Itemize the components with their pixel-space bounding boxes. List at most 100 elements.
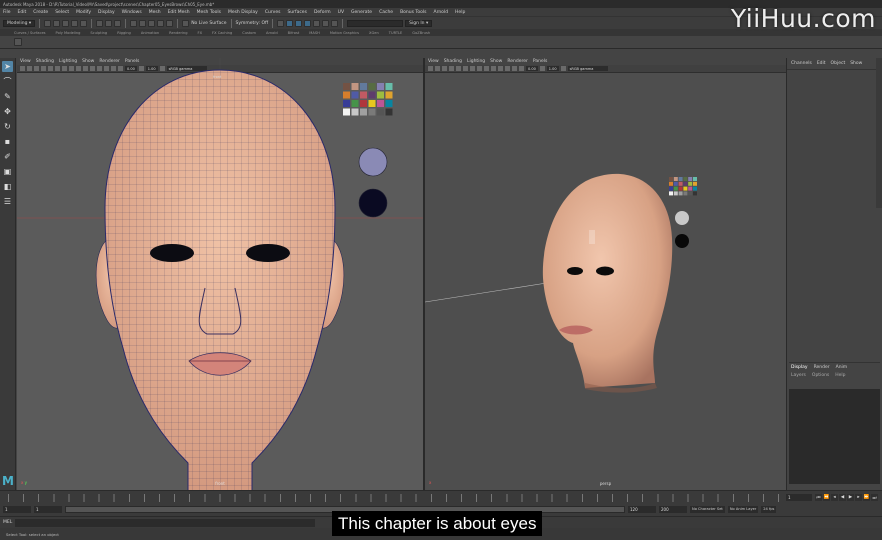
isolate-icon[interactable] [519, 66, 524, 71]
snap-surface-icon[interactable] [166, 19, 174, 27]
menu-mesh-tools[interactable]: Mesh Tools [197, 10, 221, 15]
live-surface-label[interactable]: No Live Surface [191, 21, 226, 26]
xray-icon[interactable] [512, 66, 517, 71]
menu-create[interactable]: Create [33, 10, 48, 15]
le-menu-options[interactable]: Options [812, 373, 829, 378]
shelf-tab[interactable]: Custom [242, 31, 256, 35]
xray-icon[interactable] [104, 66, 109, 71]
shelf-tool-icon[interactable] [14, 38, 22, 46]
gamma-icon[interactable] [539, 66, 545, 71]
shelf-tab[interactable]: Animation [141, 31, 159, 35]
bookmark-icon[interactable] [435, 66, 440, 71]
step-back-key-icon[interactable]: ⏪ [823, 494, 830, 501]
menu-surfaces[interactable]: Surfaces [287, 10, 307, 15]
vp-menu-view[interactable]: View [428, 59, 439, 64]
menu-display[interactable]: Display [98, 10, 115, 15]
camera-attr-icon[interactable] [20, 66, 25, 71]
shelf-tab[interactable]: Arnold [266, 31, 278, 35]
menu-mesh[interactable]: Mesh [149, 10, 161, 15]
menu-edit-mesh[interactable]: Edit Mesh [168, 10, 190, 15]
current-frame-field[interactable]: 1 [786, 494, 812, 501]
redo-icon[interactable] [80, 19, 88, 27]
menuset-dropdown[interactable]: Modeling ▾ [3, 19, 36, 27]
tab-display[interactable]: Display [791, 365, 808, 370]
view-transform-dropdown[interactable]: sRGB gamma [166, 66, 207, 71]
start-time-field[interactable]: 1 [3, 506, 31, 513]
time-slider[interactable]: 1 ⏮ ⏪ ◂ ◀ ▶ ▸ ⏩ ⏭ [0, 490, 882, 503]
menu-cache[interactable]: Cache [379, 10, 393, 15]
select-hierarchy-icon[interactable] [96, 19, 104, 27]
render-settings-icon[interactable] [313, 19, 321, 27]
last-tool-icon[interactable]: ✐ [2, 151, 13, 162]
menu-arnold[interactable]: Arnold [433, 10, 448, 15]
shelf-tab[interactable]: Rigging [117, 31, 131, 35]
symmetry-label[interactable]: Symmetry: Off [236, 21, 269, 26]
snap-curve-icon[interactable] [139, 19, 147, 27]
two-panes-icon[interactable]: ◧ [2, 181, 13, 192]
le-menu-layers[interactable]: Layers [791, 373, 806, 378]
shadows-icon[interactable] [97, 66, 102, 71]
mel-label[interactable]: MEL [3, 520, 12, 525]
view-transform-dropdown[interactable]: sRGB gamma [567, 66, 608, 71]
gamma-field[interactable]: 1.00 [145, 66, 158, 71]
arnold-render-icon[interactable] [331, 19, 339, 27]
gamma-icon[interactable] [138, 66, 144, 71]
shelf-tab[interactable]: Motion Graphics [330, 31, 359, 35]
image-plane-icon[interactable] [442, 66, 447, 71]
snap-grid-icon[interactable] [130, 19, 138, 27]
textured-icon[interactable] [491, 66, 496, 71]
isolate-icon[interactable] [111, 66, 116, 71]
aa-icon[interactable] [118, 66, 123, 71]
rotate-tool-icon[interactable]: ↻ [2, 121, 13, 132]
shelf-tab[interactable]: FX [198, 31, 203, 35]
open-scene-icon[interactable] [53, 19, 61, 27]
wireframe-icon[interactable] [62, 66, 67, 71]
shelf-tab[interactable]: MASH [309, 31, 320, 35]
go-to-end-icon[interactable]: ⏭ [871, 494, 878, 501]
step-forward-frame-icon[interactable]: ▸ [855, 494, 862, 501]
viewport-persp[interactable]: View Shading Lighting Show Renderer Pane… [425, 58, 786, 490]
smooth-shade-icon[interactable] [69, 66, 74, 71]
resolution-gate-icon[interactable] [55, 66, 60, 71]
shelf-tab[interactable]: XGen [369, 31, 379, 35]
wireframe-on-shaded-icon[interactable] [76, 66, 81, 71]
outliner-icon[interactable]: ☰ [2, 196, 13, 207]
sign-in-button[interactable]: Sign In ▾ [405, 19, 433, 27]
shelf-tab[interactable]: TURTLE [389, 31, 403, 35]
smooth-shade-icon[interactable] [477, 66, 482, 71]
playback-start-field[interactable]: 1 [34, 506, 62, 513]
render-current-icon[interactable] [295, 19, 303, 27]
save-scene-icon[interactable] [62, 19, 70, 27]
film-gate-icon[interactable] [48, 66, 53, 71]
history-icon[interactable] [277, 19, 285, 27]
select-object-icon[interactable] [105, 19, 113, 27]
grid-icon[interactable] [41, 66, 46, 71]
color-mgmt-icon[interactable] [560, 66, 566, 71]
menu-mesh-display[interactable]: Mesh Display [228, 10, 258, 15]
shelf-tab[interactable]: Poly Modeling [56, 31, 81, 35]
shelf-tab[interactable]: Sculpting [90, 31, 107, 35]
menu-edit[interactable]: Edit [18, 10, 27, 15]
fps-dropdown[interactable]: 24 fps [761, 506, 777, 513]
vp-menu-panels[interactable]: Panels [125, 59, 139, 64]
scale-tool-icon[interactable]: ▪ [2, 136, 13, 147]
menu-help[interactable]: Help [455, 10, 465, 15]
vp-menu-shading[interactable]: Shading [36, 59, 54, 64]
select-component-icon[interactable] [114, 19, 122, 27]
cb-menu-object[interactable]: Object [831, 61, 846, 66]
shadows-icon[interactable] [505, 66, 510, 71]
select-tool-icon[interactable]: ➤ [2, 61, 13, 72]
quick-search-input[interactable] [347, 19, 404, 27]
character-set-dropdown[interactable]: No Character Set [690, 506, 725, 513]
camera-attr-icon[interactable] [428, 66, 433, 71]
vp-menu-lighting[interactable]: Lighting [467, 59, 485, 64]
exposure-field[interactable]: 0.00 [125, 66, 137, 71]
shelf-tab[interactable]: Rendering [169, 31, 187, 35]
exposure-field[interactable]: 0.00 [526, 66, 538, 71]
vp-menu-shading[interactable]: Shading [444, 59, 462, 64]
vp-menu-view[interactable]: View [20, 59, 31, 64]
end-time-field[interactable]: 200 [659, 506, 687, 513]
shelf-tab[interactable]: FX Caching [212, 31, 232, 35]
vp-menu-renderer[interactable]: Renderer [99, 59, 120, 64]
layer-list[interactable] [789, 389, 880, 484]
